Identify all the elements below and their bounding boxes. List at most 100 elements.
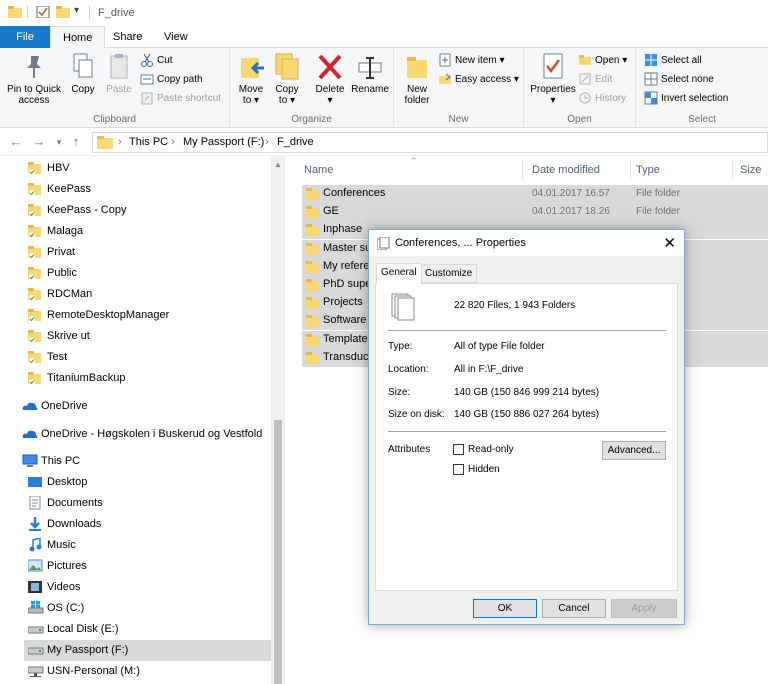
group-open: Properties ▾ Open ▾ Edit History Open — [524, 48, 636, 128]
paste-shortcut-button[interactable]: Paste shortcut — [140, 90, 221, 108]
nav-item-music[interactable]: Music — [24, 535, 271, 556]
folder-icon — [306, 333, 319, 346]
folder-icon — [306, 297, 319, 310]
copy-to-button[interactable]: Copy to ▾ — [272, 52, 302, 106]
column-separator[interactable] — [630, 160, 631, 180]
edit-button[interactable]: Edit — [578, 71, 612, 89]
address-bar-row: ← → ▾ ↑ › This PC › My Passport (F:) › F… — [0, 128, 768, 156]
rename-button[interactable]: Rename — [350, 52, 390, 95]
easy-access-button[interactable]: Easy access ▾ — [438, 71, 519, 89]
hidden-checkbox[interactable] — [453, 464, 464, 475]
file-date: 04.01.2017 18.26 — [532, 206, 610, 218]
nav-item-this-pc[interactable]: This PC — [18, 451, 271, 472]
nav-item-os-c[interactable]: OS (C:) — [24, 598, 271, 619]
divider — [27, 6, 28, 19]
invert-selection-button[interactable]: Invert selection — [644, 90, 728, 108]
breadcrumb-f-drive[interactable]: F_drive — [277, 136, 314, 148]
column-separator[interactable] — [522, 160, 523, 180]
properties-quick-icon[interactable] — [36, 6, 50, 18]
type-label: Type: — [388, 341, 413, 352]
tab-general[interactable]: General — [376, 263, 422, 284]
group-label-open: Open — [567, 114, 592, 125]
file-date: 04.01.2017 16.57 — [532, 188, 610, 199]
new-folder-quick-icon[interactable] — [56, 6, 70, 18]
paste-shortcut-icon — [141, 92, 153, 105]
computer-icon — [22, 454, 38, 467]
advanced-button[interactable]: Advanced... — [602, 441, 666, 460]
history-button[interactable]: History — [578, 90, 626, 108]
nav-item-my-passport-f[interactable]: My Passport (F:) — [24, 640, 271, 661]
group-label-clipboard: Clipboard — [93, 114, 136, 125]
nav-item-local-disk-e[interactable]: Local Disk (E:) — [24, 619, 271, 640]
delete-button[interactable]: Delete ▾ — [314, 52, 346, 106]
customize-toolbar-icon[interactable]: ▾ — [74, 5, 79, 16]
tab-view[interactable]: View — [152, 26, 200, 48]
nav-item-documents[interactable]: Documents — [24, 493, 271, 514]
tab-home[interactable]: Home — [50, 26, 106, 49]
paste-button[interactable]: Paste — [102, 52, 136, 95]
file-name: GE — [323, 205, 339, 218]
ok-button[interactable]: OK — [473, 599, 537, 618]
new-item-button[interactable]: New item ▾ — [438, 52, 504, 70]
nav-item-titaniumbackup[interactable]: TitaniumBackup — [24, 368, 271, 389]
select-none-button[interactable]: Select none — [644, 71, 714, 89]
ribbon: Pin to Quick access Copy Paste Cut Copy … — [0, 48, 768, 128]
column-header-size[interactable]: Size — [740, 164, 761, 176]
nav-item-public[interactable]: Public — [24, 263, 271, 284]
column-header-name[interactable]: Name — [304, 164, 333, 176]
nav-item-downloads[interactable]: Downloads — [24, 514, 271, 535]
nav-item-malaga[interactable]: Malaga — [24, 221, 271, 242]
nav-item-skrive-ut[interactable]: Skrive ut — [24, 326, 271, 347]
move-to-button[interactable]: Move to ▾ — [236, 52, 266, 106]
copy-button[interactable]: Copy — [66, 52, 100, 95]
file-name: Conferences — [323, 187, 386, 199]
nav-item-desktop[interactable]: Desktop — [24, 472, 271, 493]
network-drive-icon — [28, 666, 44, 677]
apply-button[interactable]: Apply — [611, 599, 677, 618]
pin-to-quick-access-button[interactable]: Pin to Quick access — [4, 52, 64, 106]
column-header-date[interactable]: Date modified — [532, 164, 600, 176]
address-field[interactable]: › This PC › My Passport (F:) › F_drive — [92, 132, 768, 153]
breadcrumb-my-passport[interactable]: My Passport (F:) — [183, 136, 264, 148]
nav-item-pictures[interactable]: Pictures — [24, 556, 271, 577]
nav-item-remotedesktopmanager[interactable]: RemoteDesktopManager — [24, 305, 271, 326]
back-arrow-icon[interactable]: ← — [8, 134, 24, 150]
cut-button[interactable]: Cut — [140, 52, 173, 70]
file-type: File folder — [636, 188, 680, 199]
nav-item-keepass-copy[interactable]: KeePass - Copy — [24, 200, 271, 221]
recent-locations-icon[interactable]: ▾ — [51, 134, 67, 150]
location-label: Location: — [388, 364, 429, 375]
tab-share[interactable]: Share — [101, 26, 154, 48]
nav-item-onedrive[interactable]: OneDrive — [18, 396, 271, 417]
nav-item-onedrive-org[interactable]: OneDrive - Høgskolen i Buskerud og Vestf… — [18, 424, 271, 445]
tab-file[interactable]: File — [0, 26, 50, 48]
table-row[interactable]: GE 04.01.2017 18.26 File folder — [302, 203, 768, 222]
nav-item-usn-personal-m[interactable]: USN-Personal (M:) — [24, 661, 271, 682]
new-folder-button[interactable]: New folder — [400, 52, 434, 106]
forward-arrow-icon[interactable]: → — [31, 134, 47, 150]
breadcrumb-this-pc[interactable]: This PC — [129, 136, 168, 148]
nav-item-privat[interactable]: Privat — [24, 242, 271, 263]
open-button[interactable]: Open ▾ — [578, 52, 627, 70]
tab-customize[interactable]: Customize — [420, 264, 478, 283]
cancel-button[interactable]: Cancel — [542, 599, 606, 618]
group-label-select: Select — [688, 114, 716, 125]
scissors-icon — [141, 54, 153, 68]
up-arrow-icon[interactable]: ↑ — [68, 134, 84, 150]
select-all-button[interactable]: Select all — [644, 52, 702, 70]
nav-scrollbar-thumb[interactable] — [274, 420, 282, 684]
table-row[interactable]: Conferences 04.01.2017 16.57 File folder — [302, 185, 768, 203]
read-only-checkbox[interactable] — [453, 444, 464, 455]
videos-icon — [28, 581, 42, 593]
scroll-up-icon[interactable]: ▲ — [274, 160, 282, 169]
nav-item-test[interactable]: Test — [24, 347, 271, 368]
nav-item-hbv[interactable]: HBV — [24, 158, 271, 179]
column-header-type[interactable]: Type — [636, 164, 660, 176]
close-icon[interactable]: ✕ — [663, 234, 676, 252]
copy-path-button[interactable]: Copy path — [140, 71, 203, 89]
nav-item-keepass[interactable]: KeePass — [24, 179, 271, 200]
nav-item-rdcman[interactable]: RDCMan — [24, 284, 271, 305]
nav-item-videos[interactable]: Videos — [24, 577, 271, 598]
properties-button[interactable]: Properties ▾ — [528, 52, 578, 106]
column-separator[interactable] — [732, 160, 733, 180]
